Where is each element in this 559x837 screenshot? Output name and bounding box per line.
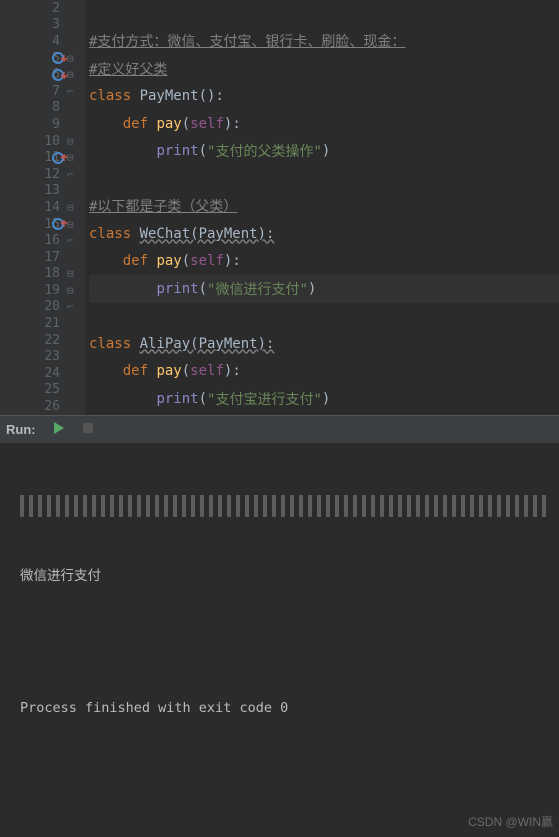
line-number: 26: [44, 399, 60, 414]
line-number: 22: [44, 333, 60, 348]
code-line: print("支付的父类操作"): [89, 138, 559, 166]
fold-icon[interactable]: ⊟: [67, 218, 77, 231]
fold-icon[interactable]: ⊟: [67, 52, 77, 65]
line-number: 10: [44, 134, 60, 149]
console-line: [20, 763, 551, 785]
line-number: 25: [44, 382, 60, 397]
fold-close-icon[interactable]: ⌐: [67, 300, 77, 313]
code-line: class WeChat(PayMent):: [89, 220, 559, 248]
watermark: CSDN @WIN赢: [468, 811, 553, 833]
console-line: [20, 631, 551, 653]
override-down-icon[interactable]: [52, 67, 68, 83]
fold-icon[interactable]: ⊟: [67, 151, 77, 164]
fold-close-icon[interactable]: ⌐: [67, 168, 77, 181]
fold-icon[interactable]: ⊟: [67, 267, 77, 280]
code-line: def pay(self):: [89, 358, 559, 386]
line-number: 12: [44, 167, 60, 182]
line-number: 14: [44, 200, 60, 215]
line-number: 18: [44, 266, 60, 281]
code-line: #以下都是子类（父类）: [89, 193, 559, 221]
gutter: 2 3 4 5⊟ 6⊟ 7⌐ 8 9 10⊟ 11⊟ 12⌐ 13 14⊟: [0, 0, 85, 415]
console-output[interactable]: 微信进行支付 Process finished with exit code 0…: [0, 443, 559, 837]
line-number: 13: [44, 183, 60, 198]
fold-icon[interactable]: ⊟: [67, 284, 77, 297]
code-line: #定义好父类: [89, 55, 559, 83]
editor-area: 2 3 4 5⊟ 6⊟ 7⌐ 8 9 10⊟ 11⊟ 12⌐ 13 14⊟: [0, 0, 559, 415]
run-stop-icon[interactable]: [82, 422, 94, 438]
line-number: 9: [52, 117, 60, 132]
code-line-highlighted: print("微信进行支付"): [89, 275, 559, 303]
code-line: def pay(self):: [89, 110, 559, 138]
code-line: class PayMent():: [89, 83, 559, 111]
fold-icon[interactable]: ⊟: [67, 68, 77, 81]
line-number: 16: [44, 233, 60, 248]
code-line: def pay(self):: [89, 248, 559, 276]
line-number: 8: [52, 100, 60, 115]
line-number: 21: [44, 316, 60, 331]
fold-icon[interactable]: ⊟: [67, 201, 77, 214]
code-line: #支付方式：微信、支付宝、银行卡、刷脸、现金：: [89, 28, 559, 56]
code-area[interactable]: #支付方式：微信、支付宝、银行卡、刷脸、现金： #定义好父类 class Pay…: [85, 0, 559, 415]
line-number: 7: [52, 84, 60, 99]
run-label: Run:: [6, 422, 36, 437]
code-line: class AliPay(PayMent):: [89, 330, 559, 358]
override-down-icon[interactable]: [52, 50, 68, 66]
code-line: [89, 303, 559, 331]
override-up-icon[interactable]: [52, 150, 68, 166]
code-line: print("支付宝进行支付"): [89, 385, 559, 413]
line-number: 4: [52, 34, 60, 49]
fold-icon[interactable]: ⊟: [67, 135, 77, 148]
run-play-icon[interactable]: [52, 421, 66, 439]
line-number: 23: [44, 349, 60, 364]
override-up-icon[interactable]: [52, 216, 68, 232]
console-line: 微信进行支付: [20, 565, 551, 587]
line-number: 17: [44, 250, 60, 265]
line-number: 19: [44, 283, 60, 298]
line-number: 20: [44, 299, 60, 314]
fold-close-icon[interactable]: ⌐: [67, 234, 77, 247]
redacted-line: [20, 495, 551, 517]
run-toolbar: Run:: [0, 415, 559, 443]
code-line: [89, 165, 559, 193]
line-number: 24: [44, 366, 60, 381]
console-line: Process finished with exit code 0: [20, 697, 551, 719]
code-line: [89, 0, 559, 28]
fold-close-icon[interactable]: ⌐: [67, 85, 77, 98]
line-number: 3: [52, 17, 60, 32]
line-number: 2: [52, 1, 60, 16]
